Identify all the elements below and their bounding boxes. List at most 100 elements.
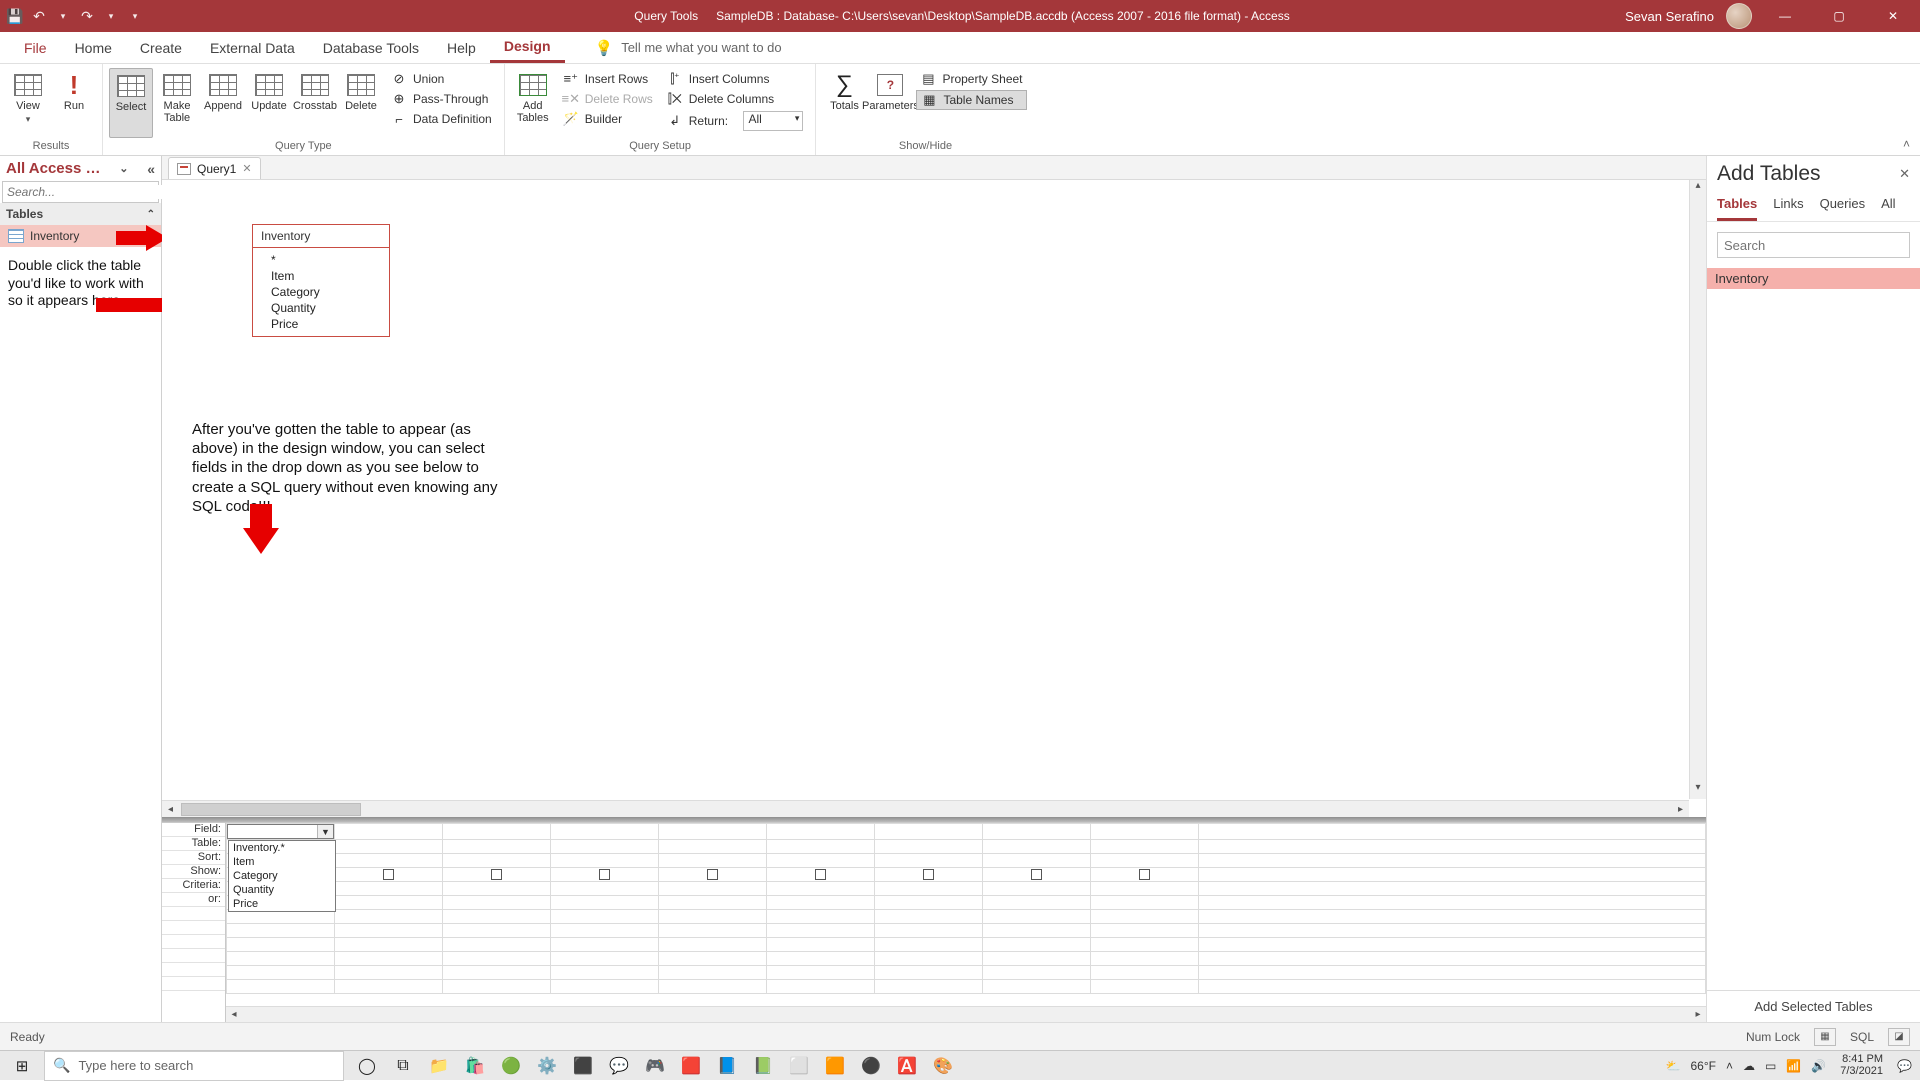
avatar[interactable] (1726, 3, 1752, 29)
append-button[interactable]: Append (201, 68, 245, 138)
run-button[interactable]: ! Run (52, 68, 96, 138)
field-price[interactable]: Price (253, 316, 389, 332)
chevron-down-icon[interactable]: ▼ (317, 825, 333, 838)
addpane-tab-all[interactable]: All (1881, 192, 1895, 221)
wifi-icon[interactable]: 📶 (1786, 1059, 1801, 1073)
user-name[interactable]: Sevan Serafino (1625, 9, 1714, 24)
sublime-icon[interactable]: 🟧 (822, 1053, 848, 1079)
pass-through-button[interactable]: ⊕Pass-Through (387, 90, 496, 108)
nav-dropdown-icon[interactable]: ⌄ (119, 162, 128, 175)
add-selected-tables-button[interactable]: Add Selected Tables (1707, 990, 1920, 1022)
dd-opt-all[interactable]: Inventory.* (229, 841, 335, 855)
undo-dropdown-icon[interactable]: ▾ (54, 7, 72, 25)
design-hscroll[interactable]: ◂▸ (162, 800, 1689, 817)
add-tables-search-input[interactable] (1718, 233, 1909, 257)
crosstab-button[interactable]: Crosstab (293, 68, 337, 138)
show-checkbox[interactable] (1031, 869, 1042, 880)
redo-icon[interactable]: ↷ (78, 7, 96, 25)
builder-button[interactable]: 🪄Builder (559, 110, 657, 128)
show-checkbox[interactable] (599, 869, 610, 880)
delete-query-button[interactable]: Delete (339, 68, 383, 138)
show-checkbox[interactable] (383, 869, 394, 880)
tray-icon[interactable]: ▭ (1765, 1059, 1776, 1073)
dd-opt-price[interactable]: Price (229, 897, 335, 911)
explorer-icon[interactable]: 📁 (426, 1053, 452, 1079)
github-icon[interactable]: ⚫ (858, 1053, 884, 1079)
clock[interactable]: 8:41 PM 7/3/2021 (1836, 1054, 1887, 1077)
doc-tab-query1[interactable]: Query1 ✕ (168, 157, 261, 179)
addpane-tab-queries[interactable]: Queries (1820, 192, 1866, 221)
update-button[interactable]: Update (247, 68, 291, 138)
access-icon[interactable]: 🅰️ (894, 1053, 920, 1079)
undo-icon[interactable]: ↶ (30, 7, 48, 25)
data-definition-button[interactable]: ⌐Data Definition (387, 110, 496, 128)
addpane-tab-tables[interactable]: Tables (1717, 192, 1757, 221)
make-table-button[interactable]: Make Table (155, 68, 199, 138)
start-button[interactable]: ⊞ (0, 1051, 44, 1081)
add-tables-search[interactable] (1717, 232, 1910, 258)
nav-group-tables[interactable]: Tables ⌃ (0, 203, 161, 225)
save-icon[interactable]: 💾 (6, 7, 24, 25)
minimize-button[interactable]: — (1764, 0, 1806, 32)
ribbon-collapse-icon[interactable]: ˄ (1903, 137, 1910, 151)
tab-design[interactable]: Design (490, 32, 565, 63)
weather-icon[interactable]: ⛅ (1666, 1059, 1681, 1073)
sql-view-button[interactable]: SQL (1850, 1030, 1874, 1044)
nav-header[interactable]: All Access … (6, 160, 101, 177)
field-item[interactable]: Item (253, 268, 389, 284)
return-combo[interactable]: All▾ (743, 111, 803, 131)
qbe-hscroll[interactable]: ◂▸ (226, 1006, 1706, 1022)
epic-icon[interactable]: ⬛ (570, 1053, 596, 1079)
app-icon[interactable]: 🟥 (678, 1053, 704, 1079)
xbox-icon[interactable]: 🎮 (642, 1053, 668, 1079)
steam-icon[interactable]: ⚙️ (534, 1053, 560, 1079)
notifications-icon[interactable]: 💬 (1897, 1059, 1912, 1073)
redo-dropdown-icon[interactable]: ▾ (102, 7, 120, 25)
cortana-icon[interactable]: ◯ (354, 1053, 380, 1079)
show-checkbox[interactable] (923, 869, 934, 880)
nav-search[interactable]: 🔍 (2, 181, 159, 203)
task-view-icon[interactable]: ⧉ (390, 1053, 416, 1079)
add-tables-button[interactable]: Add Tables (511, 68, 555, 138)
design-canvas[interactable]: Inventory * Item Category Quantity Price… (162, 180, 1706, 817)
field-dropdown[interactable]: ▼ Inventory.* Item Category Quantity Pri… (227, 824, 334, 839)
add-tables-item-inventory[interactable]: Inventory (1707, 268, 1920, 289)
nav-search-input[interactable] (3, 185, 168, 199)
return-control[interactable]: ↲Return: All▾ (663, 110, 808, 132)
parameters-button[interactable]: ?Parameters (868, 68, 912, 138)
datasheet-view-icon[interactable]: ▦ (1814, 1028, 1836, 1046)
paint-icon[interactable]: 🎨 (930, 1053, 956, 1079)
design-view-icon[interactable]: ◪ (1888, 1028, 1910, 1046)
nav-collapse-icon[interactable]: « (147, 161, 155, 177)
volume-icon[interactable]: 🔊 (1811, 1059, 1826, 1073)
tell-me-search[interactable]: 💡 Tell me what you want to do (595, 32, 782, 63)
tab-external-data[interactable]: External Data (196, 32, 309, 63)
show-checkbox[interactable] (491, 869, 502, 880)
addpane-tab-links[interactable]: Links (1773, 192, 1803, 221)
design-vscroll[interactable]: ▴▾ (1689, 180, 1706, 799)
show-checkbox[interactable] (1139, 869, 1150, 880)
select-query-button[interactable]: Select (109, 68, 153, 138)
tab-create[interactable]: Create (126, 32, 196, 63)
delete-columns-button[interactable]: ⫿✕Delete Columns (663, 90, 808, 108)
insert-rows-button[interactable]: ≡⁺Insert Rows (559, 70, 657, 88)
taskbar-search[interactable]: 🔍 Type here to search (44, 1051, 344, 1081)
qat-customize-icon[interactable]: ▾ (126, 7, 144, 25)
close-tab-icon[interactable]: ✕ (242, 162, 251, 175)
tab-help[interactable]: Help (433, 32, 490, 63)
tray-expand-icon[interactable]: ˄ (1726, 1059, 1733, 1073)
discord-icon[interactable]: 💬 (606, 1053, 632, 1079)
view-button[interactable]: View ▾ (6, 68, 50, 138)
onedrive-icon[interactable]: ☁ (1743, 1059, 1755, 1073)
delete-rows-button[interactable]: ≡✕Delete Rows (559, 90, 657, 108)
field-star[interactable]: * (253, 252, 389, 268)
field-quantity[interactable]: Quantity (253, 300, 389, 316)
tab-home[interactable]: Home (61, 32, 126, 63)
app-icon[interactable]: ⬜ (786, 1053, 812, 1079)
app-icon[interactable]: 📘 (714, 1053, 740, 1079)
add-tables-close-icon[interactable]: ✕ (1899, 166, 1910, 182)
store-icon[interactable]: 🛍️ (462, 1053, 488, 1079)
close-button[interactable]: ✕ (1872, 0, 1914, 32)
chrome-icon[interactable]: 🟢 (498, 1053, 524, 1079)
hscroll-thumb[interactable] (181, 803, 361, 816)
